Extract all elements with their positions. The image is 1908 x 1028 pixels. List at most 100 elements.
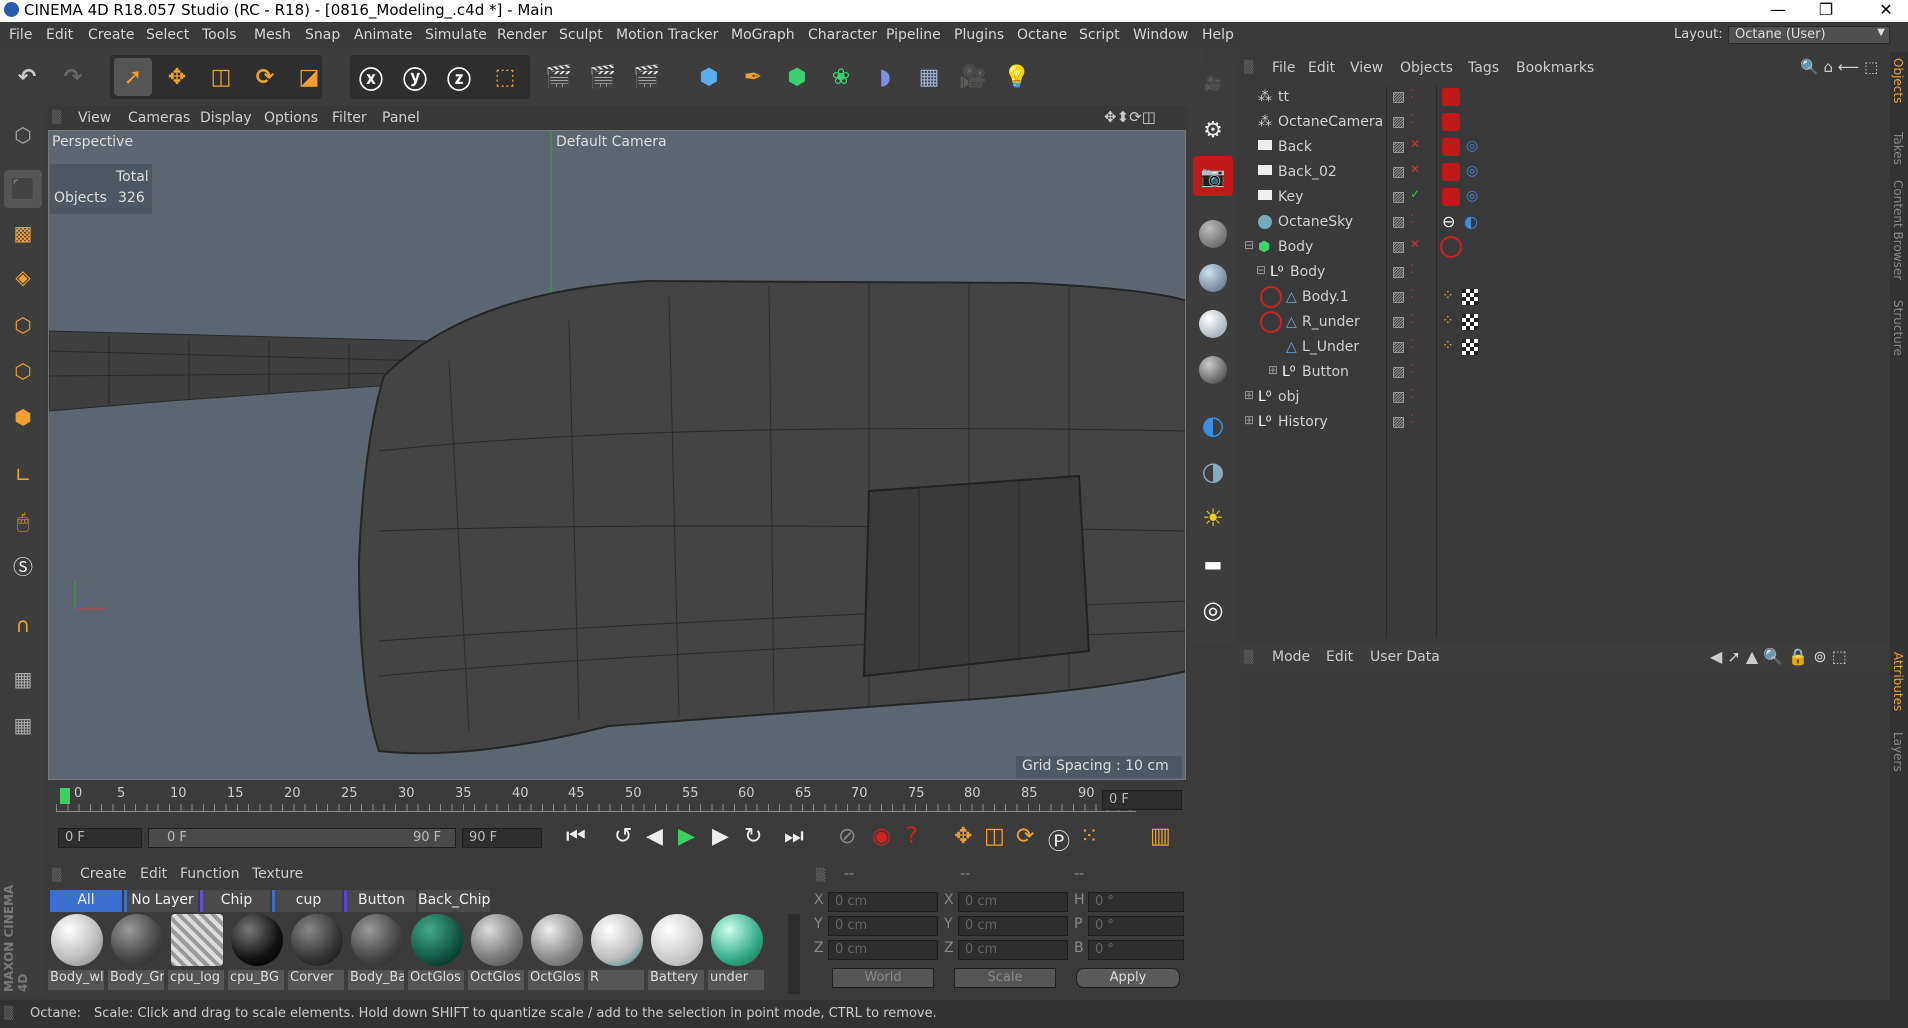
z-axis-lock-icon[interactable]: ⓩ <box>440 58 478 96</box>
menu-create[interactable]: Create <box>88 27 135 43</box>
deformer-icon[interactable]: ◗ <box>866 58 904 96</box>
previous-key-icon[interactable]: ↺ <box>614 824 632 849</box>
live-selection-icon[interactable]: ➚ <box>114 58 152 96</box>
layer-icon[interactable]: ▨ <box>1392 139 1405 155</box>
object-menu-edit[interactable]: Edit <box>1308 60 1335 76</box>
material-tag-icon[interactable] <box>1462 289 1478 305</box>
end-frame-field[interactable]: 90 F <box>462 828 542 848</box>
polygons-mode-icon[interactable]: ⬢ <box>4 398 42 436</box>
layer-icon[interactable]: ▨ <box>1392 264 1405 280</box>
object-menu-file[interactable]: File <box>1272 60 1295 76</box>
viewport-menu-options[interactable]: Options <box>264 110 318 126</box>
restore-icon[interactable]: ❐ <box>1816 0 1836 19</box>
octane-daylight-icon[interactable]: ☀ <box>1193 498 1233 538</box>
material-swatch[interactable]: OctGlos <box>408 914 464 996</box>
target-tag-icon[interactable]: ◎ <box>1466 163 1478 179</box>
object-menu-objects[interactable]: Objects <box>1400 60 1453 76</box>
material-swatch[interactable]: Body_Gr <box>108 914 164 996</box>
object-row-octanecamera[interactable]: ⁂ OctaneCamera ▨ ⁚ <box>1240 111 1888 136</box>
previous-frame-icon[interactable]: ◀ <box>646 824 663 849</box>
layer-icon[interactable]: ▨ <box>1392 164 1405 180</box>
octane-targeted-light-icon[interactable]: ◎ <box>1193 590 1233 630</box>
octane-area-light-icon[interactable]: ▬ <box>1193 544 1233 584</box>
octane-material-specular-icon[interactable] <box>1193 304 1233 344</box>
object-menu-tags[interactable]: Tags <box>1468 60 1499 76</box>
edges-mode-icon[interactable]: ⬡ <box>4 352 42 390</box>
material-swatch[interactable]: Body_wl <box>48 914 104 996</box>
object-row-body[interactable]: ⊟ ⬢ Body ▨ ✕ <box>1240 236 1888 261</box>
filter-cup[interactable]: cup <box>272 890 342 912</box>
object-manager-nav-icons[interactable]: 🔍 ⌂ ⟵ ⬚ <box>1800 58 1878 76</box>
render-settings-icon[interactable]: 🎬 <box>628 58 666 96</box>
visibility-dots-icon[interactable]: ⁚ <box>1410 362 1414 376</box>
object-row-r-under[interactable]: △ R_under ▨ ⁚ ⁘ <box>1240 311 1888 336</box>
close-icon[interactable]: ✕ <box>1876 0 1896 19</box>
material-swatch[interactable]: OctGlos <box>528 914 584 996</box>
layer-icon[interactable]: ▨ <box>1392 189 1405 205</box>
last-tool-icon[interactable]: ◪ <box>290 58 328 96</box>
material-tag-icon[interactable] <box>1462 314 1478 330</box>
material-menu-edit[interactable]: Edit <box>140 866 167 882</box>
filter-no-layer[interactable]: No Layer <box>124 890 198 912</box>
octane-texture-environment-icon[interactable]: ◑ <box>1193 452 1233 492</box>
visibility-dots-icon[interactable]: ⁚ <box>1410 212 1414 226</box>
visibility-x-icon[interactable]: ✕ <box>1410 162 1420 176</box>
visibility-dots-icon[interactable]: ⁚ <box>1410 87 1414 101</box>
target-tag-icon[interactable]: ◎ <box>1466 188 1478 204</box>
collapse-icon[interactable]: ⊟ <box>1244 238 1254 252</box>
material-swatch[interactable]: cpu_log <box>168 914 224 996</box>
make-editable-icon[interactable]: ⬡ <box>4 116 42 154</box>
frame-range-slider[interactable]: 0 F 90 F <box>148 828 456 848</box>
collapse-icon[interactable]: ⊟ <box>1256 263 1266 277</box>
apply-button[interactable]: Apply <box>1076 968 1180 988</box>
layer-icon[interactable]: ▨ <box>1392 314 1405 330</box>
visibility-dots-icon[interactable]: ⁚ <box>1410 387 1414 401</box>
viewport-menu-panel[interactable]: Panel <box>382 110 420 126</box>
attribute-nav-icons[interactable]: ◀ ➚ ▲ 🔍 🔒 ⊚ ⬚ <box>1710 647 1847 666</box>
layer-icon[interactable]: ▨ <box>1392 114 1405 130</box>
timeline-window-icon[interactable]: ▥ <box>1150 824 1171 849</box>
size-x-field[interactable]: 0 cm <box>958 892 1068 912</box>
material-menu-texture[interactable]: Texture <box>252 866 303 882</box>
object-row-tt[interactable]: ⁂ tt ▨ ⁚ <box>1240 86 1888 111</box>
menu-animate[interactable]: Animate <box>354 27 413 43</box>
model-mode-icon[interactable]: ⬛ <box>4 170 42 208</box>
camera-icon[interactable]: 🎥 <box>954 58 992 96</box>
workplane-mode-icon[interactable]: ◈ <box>4 258 42 296</box>
minimize-icon[interactable]: — <box>1768 0 1788 19</box>
viewport-menu-display[interactable]: Display <box>200 110 252 126</box>
attribute-menu-edit[interactable]: Edit <box>1326 649 1353 665</box>
position-x-field[interactable]: 0 cm <box>828 892 938 912</box>
visibility-x-icon[interactable]: ✕ <box>1410 237 1420 251</box>
subdivision-surface-icon[interactable]: ⬢ <box>778 58 816 96</box>
pen-spline-icon[interactable]: ✒ <box>734 58 772 96</box>
y-axis-lock-icon[interactable]: ⓨ <box>396 58 434 96</box>
material-swatch[interactable]: Body_Ba <box>348 914 404 996</box>
menu-file[interactable]: File <box>9 27 32 43</box>
coord-mode-select[interactable]: Scale <box>954 968 1056 988</box>
go-to-end-icon[interactable]: ⏭ <box>784 824 804 849</box>
object-row-body-1[interactable]: △ Body.1 ▨ ⁚ ⁘ <box>1240 286 1888 311</box>
menu-plugins[interactable]: Plugins <box>954 27 1004 43</box>
viewport-menu-view[interactable]: View <box>78 110 111 126</box>
menu-tools[interactable]: Tools <box>202 27 237 43</box>
visibility-dots-icon[interactable]: ⁚ <box>1410 337 1414 351</box>
octane-material-mix-icon[interactable] <box>1193 350 1233 390</box>
position-z-field[interactable]: 0 cm <box>828 940 938 960</box>
menu-sculpt[interactable]: Sculpt <box>559 27 603 43</box>
viewport-camera-label[interactable]: Default Camera <box>556 134 667 150</box>
go-to-start-icon[interactable]: ⏮ <box>566 824 586 849</box>
viewport-menu-filter[interactable]: Filter <box>332 110 367 126</box>
render-picture-viewer-icon[interactable]: 🎬 <box>584 58 622 96</box>
viewport-navigation-icons[interactable]: ✥⬍⟳◫ <box>1104 108 1156 126</box>
filter-chip[interactable]: Chip <box>200 890 270 912</box>
menu-pipeline[interactable]: Pipeline <box>886 27 941 43</box>
layer-icon[interactable]: ▨ <box>1392 389 1405 405</box>
visibility-dots-icon[interactable]: ⁚ <box>1410 312 1414 326</box>
timeline[interactable]: 0 5 10 15 20 25 30 35 40 45 50 55 60 65 … <box>48 782 1186 820</box>
menu-simulate[interactable]: Simulate <box>425 27 487 43</box>
side-tab-layers[interactable]: Layers <box>1891 732 1905 772</box>
octane-material-glossy-icon[interactable] <box>1193 258 1233 298</box>
coord-system-select[interactable]: World <box>832 968 934 988</box>
object-row-l-under[interactable]: △ L_Under ▨ ⁚ ⁘ <box>1240 336 1888 361</box>
